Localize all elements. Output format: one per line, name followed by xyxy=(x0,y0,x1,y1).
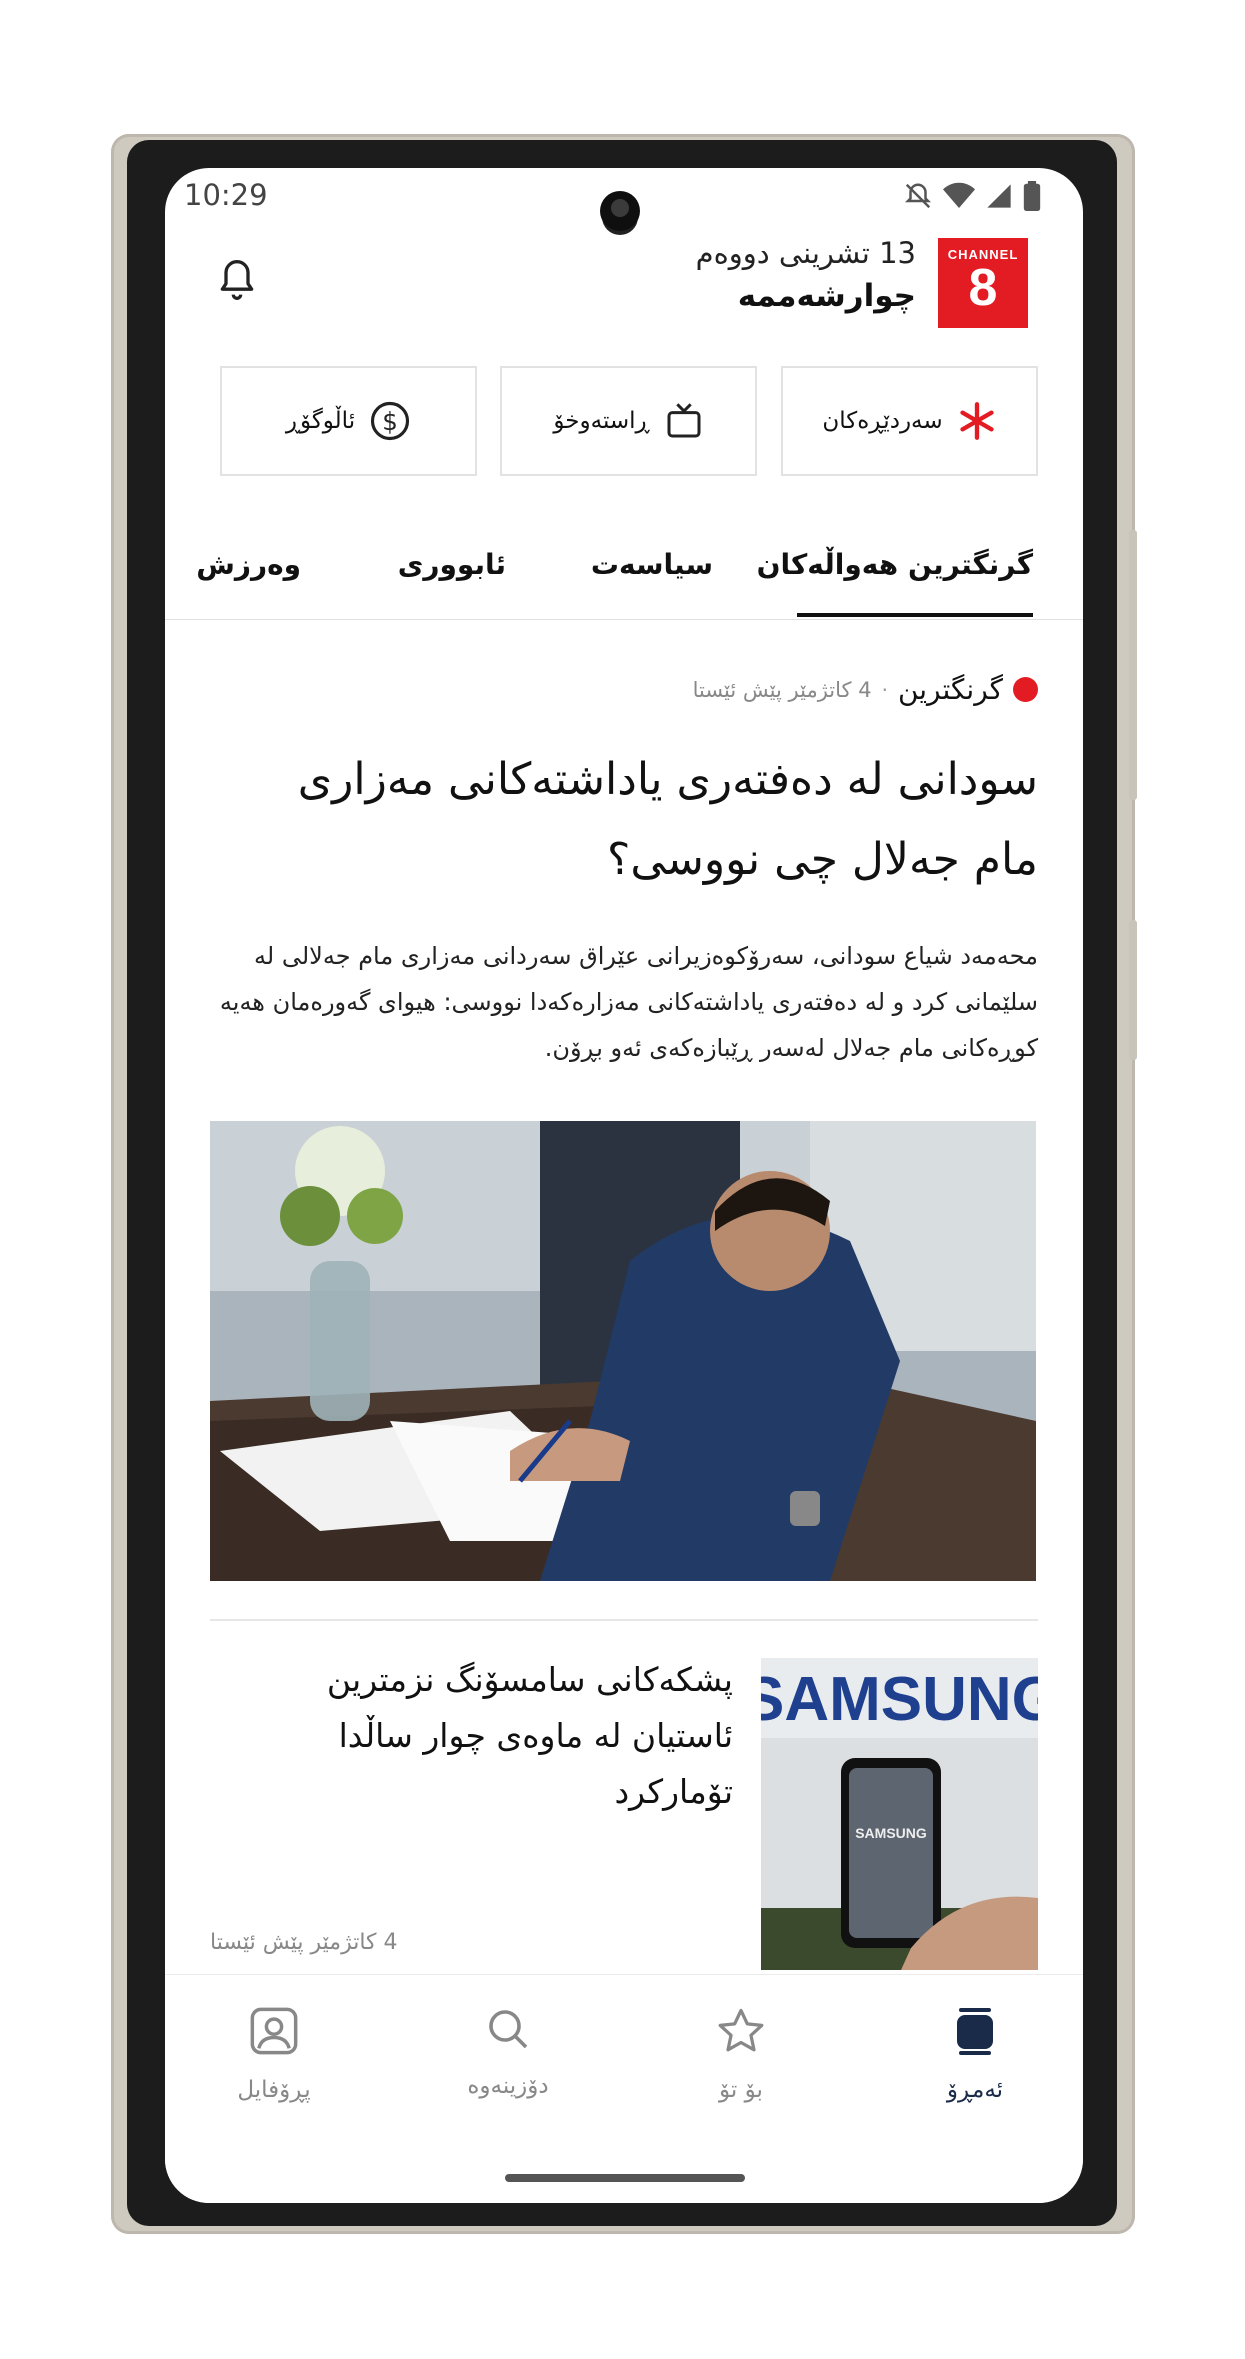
star-icon xyxy=(718,2008,764,2052)
svg-text:$: $ xyxy=(382,407,398,436)
tabs-divider xyxy=(165,619,1083,620)
samsung-sign-text: SAMSUNG xyxy=(761,1665,1038,1734)
front-camera xyxy=(600,191,640,231)
asterisk-icon xyxy=(959,402,994,440)
live-dot-icon xyxy=(1013,677,1038,702)
live-label: ڕاستەوخۆ xyxy=(553,408,650,434)
article-thumbnail[interactable]: SAMSUNG SAMSUNG xyxy=(761,1658,1038,1970)
headlines-label: سەردێڕەکان xyxy=(822,408,943,434)
volume-button xyxy=(1129,530,1137,800)
exchange-button[interactable]: $ ئاڵوگۆڕ xyxy=(220,366,477,476)
article-headline[interactable]: سودانی لە دەفتەری یاداشتەکانی مەزاری مام… xyxy=(225,740,1038,900)
nav-for-you[interactable]: بۆ تۆ xyxy=(661,2005,821,2103)
dollar-circle-icon: $ xyxy=(371,401,410,441)
signal-icon xyxy=(987,184,1011,208)
status-time: 10:29 xyxy=(184,178,268,212)
article-category[interactable]: گرنگترین xyxy=(898,673,1003,706)
bottom-navigation: پڕۆفایل دۆزینەوە بۆ تۆ ئەمڕۆ xyxy=(165,1974,1083,2203)
channel8-logo: CHANNEL 8 xyxy=(938,238,1028,328)
active-tab-indicator xyxy=(797,613,1033,617)
article-hero-image[interactable] xyxy=(210,1121,1036,1581)
live-button[interactable]: ڕاستەوخۆ xyxy=(500,366,757,476)
story-time: 4 کاتژمێر پێش ئێستا xyxy=(210,1930,398,1955)
meta-separator: · xyxy=(881,677,888,702)
search-icon xyxy=(489,2010,528,2049)
battery-icon xyxy=(1023,181,1041,211)
tab-politics[interactable]: سیاسەت xyxy=(591,548,713,581)
tab-economy[interactable]: ئابووری xyxy=(398,548,506,581)
home-indicator[interactable] xyxy=(505,2174,745,2182)
nav-discover[interactable]: دۆزینەوە xyxy=(428,2005,588,2099)
notifications-bell-icon[interactable] xyxy=(215,256,259,308)
tab-top-news[interactable]: گرنگترین هەواڵەکان xyxy=(757,548,1033,581)
power-button xyxy=(1129,920,1137,1060)
exchange-label: ئاڵوگۆڕ xyxy=(285,408,356,434)
status-icons xyxy=(903,181,1041,211)
logo-number: 8 xyxy=(968,259,998,317)
nav-for-you-label: بۆ تۆ xyxy=(719,2077,763,2103)
phone-screen-text: SAMSUNG xyxy=(855,1825,927,1841)
story-title[interactable]: پشکەکانی سامسۆنگ نزمترین ئاستیان لە ماوە… xyxy=(285,1652,733,1820)
tv-icon xyxy=(667,403,701,438)
nav-today-label: ئەمڕۆ xyxy=(946,2077,1004,2103)
date-gregorian: 13 تشرینی دووەم xyxy=(695,236,916,270)
nav-profile[interactable]: پڕۆفایل xyxy=(194,2005,354,2103)
weekday: چوارشەممە xyxy=(737,278,916,314)
article-lede[interactable]: محەمەد شیاع سودانی، سەرۆکوەزیرانی عێراق … xyxy=(215,933,1038,1071)
article-time: 4 کاتژمێر پێش ئێستا xyxy=(692,677,872,702)
wifi-icon xyxy=(943,182,975,208)
headlines-button[interactable]: سەردێڕەکان xyxy=(781,366,1038,476)
phone-screen: 10:29 13 تشرینی دووەم چوارشەممە CHANNEL … xyxy=(165,168,1083,2203)
profile-icon xyxy=(250,2007,298,2055)
nav-today[interactable]: ئەمڕۆ xyxy=(895,2005,1055,2103)
article-meta: گرنگترین · 4 کاتژمێر پێش ئێستا xyxy=(693,673,1038,706)
tab-sports[interactable]: وەرزش xyxy=(196,548,301,581)
nav-discover-label: دۆزینەوە xyxy=(467,2073,549,2099)
today-icon xyxy=(957,2008,993,2055)
section-divider xyxy=(210,1619,1038,1621)
nav-profile-label: پڕۆفایل xyxy=(237,2077,311,2103)
bell-off-icon xyxy=(904,183,932,209)
